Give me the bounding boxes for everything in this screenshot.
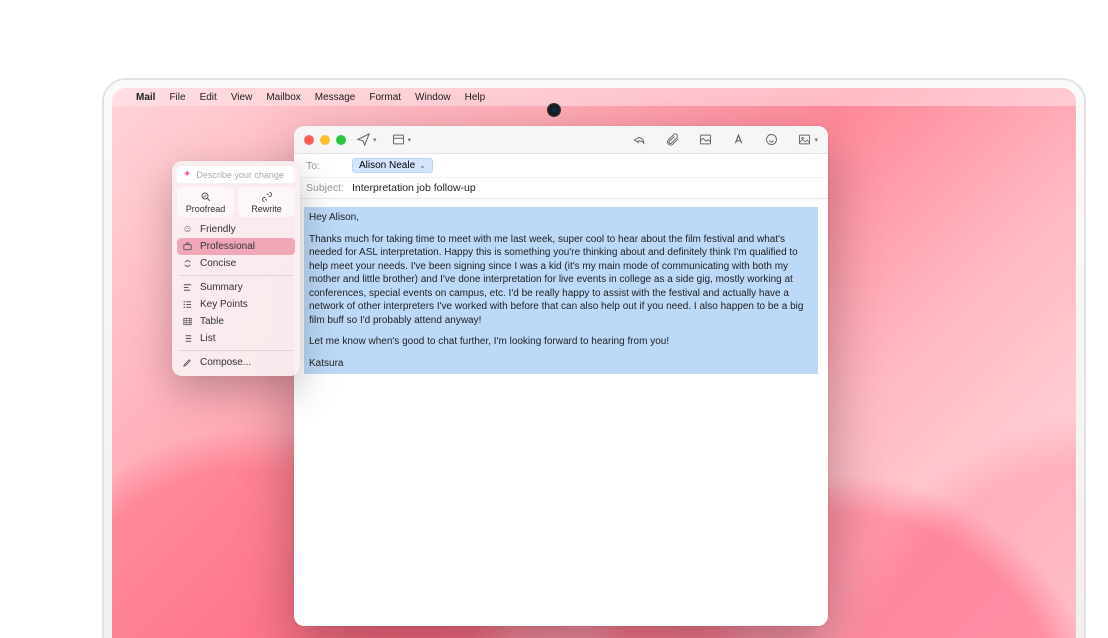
- mail-compose-window: ▾ ▾ ▾: [294, 126, 828, 626]
- greeting: Hey Alison,: [309, 211, 813, 225]
- writing-tools-popover: ✦ Describe your change Proofread Rewrite…: [172, 161, 300, 376]
- reply-icon: [632, 132, 647, 147]
- compose-label: Compose...: [200, 357, 251, 368]
- tone-friendly[interactable]: ☺ Friendly: [177, 221, 295, 238]
- smile-icon: ☺: [182, 224, 193, 235]
- rewrite-label: Rewrite: [251, 204, 282, 214]
- macbook-frame: Mail File Edit View Mailbox Message Form…: [104, 80, 1084, 638]
- selected-text[interactable]: Hey Alison, Thanks much for taking time …: [304, 207, 818, 374]
- photo-browser-button[interactable]: ▾: [797, 132, 818, 147]
- send-icon: [356, 132, 371, 147]
- minimize-button[interactable]: [320, 135, 330, 145]
- menu-app[interactable]: Mail: [136, 92, 155, 103]
- emoji-icon: [764, 132, 779, 147]
- titlebar: ▾ ▾ ▾: [294, 126, 828, 154]
- chevron-down-icon: ▾: [373, 136, 377, 144]
- compose-item[interactable]: Compose...: [177, 354, 295, 371]
- text-format-icon: [731, 132, 746, 147]
- paperclip-icon: [665, 132, 680, 147]
- divider: [179, 275, 293, 276]
- traffic-lights: [304, 135, 346, 145]
- rewrite-icon: [261, 191, 273, 203]
- summary-label: Summary: [200, 282, 243, 293]
- format-keypoints[interactable]: Key Points: [177, 296, 295, 313]
- summary-icon: [182, 282, 193, 293]
- body-paragraph-2: Let me know when's good to chat further,…: [309, 335, 813, 349]
- table-icon: [182, 316, 193, 327]
- collapse-icon: [182, 258, 193, 269]
- tone-professional[interactable]: Professional: [177, 238, 295, 255]
- professional-label: Professional: [200, 241, 255, 252]
- subject-value[interactable]: Interpretation job follow-up: [352, 182, 476, 194]
- tone-concise[interactable]: Concise: [177, 255, 295, 272]
- maximize-button[interactable]: [336, 135, 346, 145]
- camera-notch: [547, 103, 561, 117]
- format-text-button[interactable]: [731, 132, 746, 147]
- proofread-button[interactable]: Proofread: [177, 187, 234, 217]
- format-list[interactable]: List: [177, 330, 295, 347]
- menu-file[interactable]: File: [169, 92, 185, 103]
- keypoints-label: Key Points: [200, 299, 248, 310]
- signature: Katsura: [309, 357, 813, 371]
- menu-edit[interactable]: Edit: [200, 92, 217, 103]
- subject-label: Subject:: [306, 182, 352, 194]
- concise-label: Concise: [200, 258, 236, 269]
- recipient-token[interactable]: Alison Neale: [352, 158, 433, 173]
- proofread-label: Proofread: [186, 204, 226, 214]
- menubar: Mail File Edit View Mailbox Message Form…: [112, 88, 1076, 106]
- scan-icon: [698, 132, 713, 147]
- emoji-button[interactable]: [764, 132, 779, 147]
- menu-view[interactable]: View: [231, 92, 253, 103]
- menu-message[interactable]: Message: [315, 92, 356, 103]
- layout-icon: [391, 132, 406, 147]
- menu-help[interactable]: Help: [465, 92, 486, 103]
- list-label: List: [200, 333, 216, 344]
- rewrite-button[interactable]: Rewrite: [238, 187, 295, 217]
- reply-button[interactable]: [632, 132, 647, 147]
- describe-change-input[interactable]: ✦ Describe your change: [177, 166, 295, 183]
- menu-window[interactable]: Window: [415, 92, 451, 103]
- header-layout-button[interactable]: ▾: [391, 132, 412, 147]
- list-icon: [182, 333, 193, 344]
- menu-format[interactable]: Format: [369, 92, 401, 103]
- subject-row[interactable]: Subject: Interpretation job follow-up: [294, 178, 828, 198]
- briefcase-icon: [182, 241, 193, 252]
- to-row[interactable]: To: Alison Neale: [294, 154, 828, 178]
- menu-mailbox[interactable]: Mailbox: [266, 92, 300, 103]
- format-table[interactable]: Table: [177, 313, 295, 330]
- photos-icon: [797, 132, 812, 147]
- keypoints-icon: [182, 299, 193, 310]
- table-label: Table: [200, 316, 224, 327]
- mail-body[interactable]: Hey Alison, Thanks much for taking time …: [294, 199, 828, 626]
- desktop-screen: Mail File Edit View Mailbox Message Form…: [112, 88, 1076, 638]
- chevron-down-icon: ▾: [408, 136, 412, 144]
- proofread-icon: [200, 191, 212, 203]
- attach-button[interactable]: [665, 132, 680, 147]
- input-placeholder: Describe your change: [196, 170, 284, 180]
- close-button[interactable]: [304, 135, 314, 145]
- to-label: To:: [306, 160, 352, 172]
- divider: [179, 350, 293, 351]
- insert-image-button[interactable]: [698, 132, 713, 147]
- pencil-icon: [182, 357, 193, 368]
- format-summary[interactable]: Summary: [177, 279, 295, 296]
- friendly-label: Friendly: [200, 224, 236, 235]
- sparkle-icon: ✦: [183, 169, 191, 180]
- mail-headers: To: Alison Neale Subject: Interpretation…: [294, 154, 828, 199]
- chevron-down-icon: ▾: [814, 136, 818, 144]
- send-button[interactable]: ▾: [356, 132, 377, 147]
- body-paragraph-1: Thanks much for taking time to meet with…: [309, 233, 813, 328]
